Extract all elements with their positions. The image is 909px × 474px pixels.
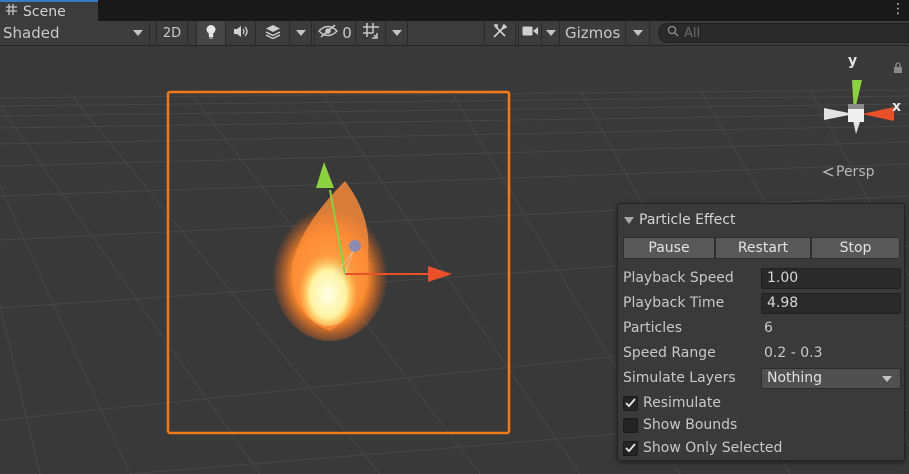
playback-speed-label: Playback Speed — [623, 270, 734, 286]
tab-bar: Scene ⋮ — [0, 0, 909, 21]
playback-time-label: Playback Time — [623, 295, 725, 311]
simulate-layers-row: Simulate Layers Nothing — [623, 367, 901, 389]
particles-row: Particles 6 — [623, 317, 901, 339]
stop-button[interactable]: Stop — [811, 237, 900, 259]
grid-snap-icon — [362, 22, 380, 44]
playback-time-field[interactable]: 4.98 — [761, 292, 901, 314]
camera-dropdown[interactable] — [542, 21, 560, 45]
audio-toggle-button[interactable] — [226, 21, 256, 45]
gizmos-dropdown[interactable] — [626, 21, 650, 45]
search-icon — [667, 25, 679, 41]
eye-slash-icon — [318, 24, 339, 42]
2d-toggle-button[interactable]: 2D — [156, 21, 188, 45]
gizmo-y-label: y — [848, 53, 858, 69]
show-bounds-label: Show Bounds — [643, 417, 738, 433]
playback-controls: Pause Restart Stop — [623, 237, 900, 259]
layers-icon — [264, 24, 282, 43]
chevron-down-icon — [632, 30, 643, 36]
gizmos-button[interactable]: Gizmos — [560, 21, 626, 45]
perspective-icon — [822, 167, 834, 177]
show-bounds-row: Show Bounds — [623, 414, 901, 436]
restart-button[interactable]: Restart — [715, 237, 811, 259]
scene-visibility-toggle[interactable]: 0 — [314, 21, 356, 45]
grid-dropdown[interactable] — [386, 21, 408, 45]
chevron-down-icon — [391, 30, 402, 36]
simulate-layers-label: Simulate Layers — [623, 370, 736, 386]
search-input[interactable]: All — [658, 23, 909, 43]
speed-range-value: 0.2 - 0.3 — [764, 345, 823, 361]
chevron-down-icon — [133, 30, 143, 36]
show-only-selected-row: Show Only Selected — [623, 437, 901, 459]
particle-effect-panel: Particle Effect Pause Restart Stop Playb… — [617, 203, 905, 461]
chevron-down-icon — [545, 30, 556, 36]
lighting-toggle-button[interactable] — [196, 21, 226, 45]
pause-button[interactable]: Pause — [623, 237, 715, 259]
tab-scene[interactable]: Scene — [0, 0, 98, 21]
resimulate-row: Resimulate — [623, 392, 901, 414]
shading-mode-dropdown[interactable]: Shaded — [0, 21, 150, 45]
hidden-object-count: 0 — [342, 24, 352, 42]
show-only-selected-label: Show Only Selected — [643, 440, 783, 456]
projection-label: Persp — [836, 164, 875, 180]
camera-button[interactable] — [518, 21, 542, 45]
foldout-arrow-icon — [624, 216, 634, 224]
checkmark-icon — [625, 398, 636, 408]
show-only-selected-checkbox[interactable] — [623, 440, 638, 456]
gizmo-x-label: x — [892, 99, 902, 115]
gizmos-label: Gizmos — [565, 24, 621, 42]
scene-toolbar: Shaded 2D 0 Gizmos All — [0, 21, 909, 46]
simulate-layers-dropdown[interactable]: Nothing — [761, 367, 901, 389]
chevron-down-icon — [882, 375, 892, 382]
projection-toggle[interactable]: Persp — [822, 164, 875, 180]
playback-time-row: Playback Time 4.98 — [623, 292, 901, 314]
chevron-down-icon — [295, 30, 306, 36]
effects-dropdown[interactable] — [290, 21, 312, 45]
tab-label: Scene — [23, 3, 66, 20]
playback-speed-field[interactable]: 1.00 — [761, 267, 901, 289]
lightbulb-icon — [205, 24, 217, 43]
speaker-icon — [233, 25, 249, 42]
speed-range-row: Speed Range 0.2 - 0.3 — [623, 342, 901, 364]
lock-icon[interactable] — [893, 62, 903, 77]
effects-toggle-button[interactable] — [256, 21, 290, 45]
grid-toggle-button[interactable] — [356, 21, 386, 45]
tools-button[interactable] — [484, 21, 516, 45]
show-bounds-checkbox[interactable] — [623, 417, 638, 433]
particle-effect-header[interactable]: Particle Effect — [624, 212, 735, 228]
resimulate-checkbox[interactable] — [623, 395, 638, 411]
speed-range-label: Speed Range — [623, 345, 716, 361]
camera-icon — [522, 25, 539, 41]
playback-speed-row: Playback Speed 1.00 — [623, 267, 901, 289]
grid-icon — [6, 4, 17, 19]
tools-icon — [492, 23, 508, 43]
simulate-layers-value: Nothing — [767, 370, 823, 386]
particles-value: 6 — [764, 320, 773, 336]
shading-mode-value: Shaded — [3, 24, 60, 42]
more-options-icon[interactable]: ⋮ — [891, 2, 905, 16]
search-placeholder: All — [684, 25, 701, 41]
checkmark-icon — [625, 443, 636, 453]
particles-label: Particles — [623, 320, 683, 336]
panel-title: Particle Effect — [639, 212, 736, 228]
resimulate-label: Resimulate — [643, 395, 721, 411]
2d-label: 2D — [162, 25, 182, 41]
